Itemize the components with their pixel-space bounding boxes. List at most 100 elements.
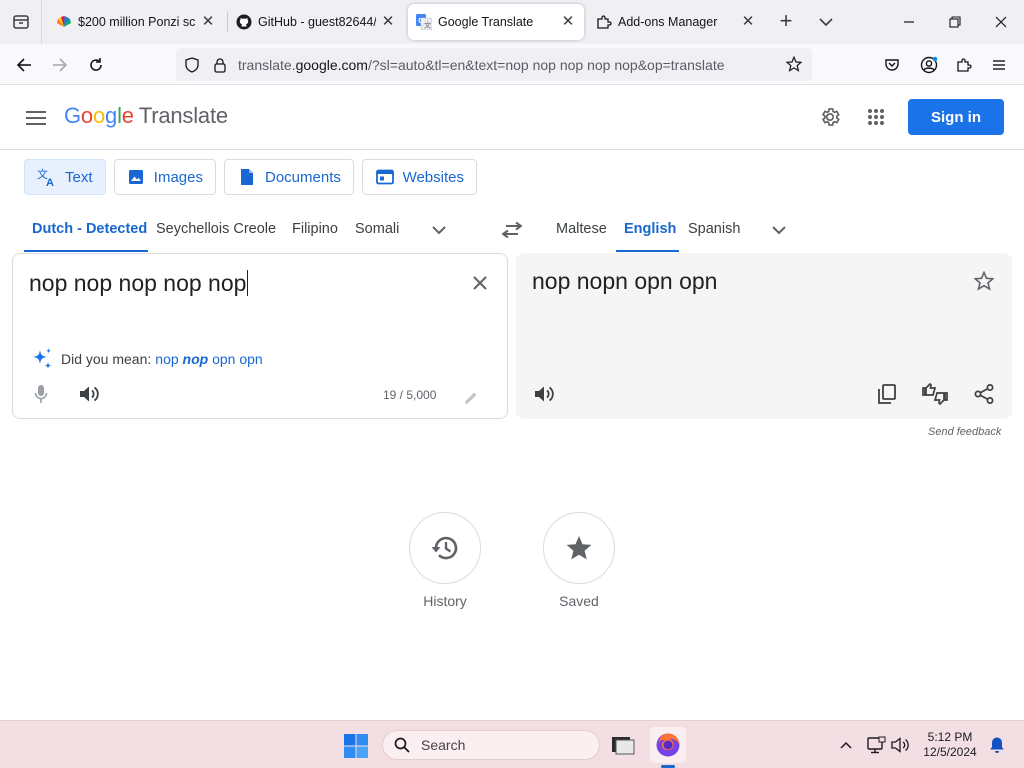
main-menu-button[interactable] [22, 104, 50, 132]
search-icon [393, 736, 411, 754]
back-button[interactable] [9, 50, 39, 80]
source-lang-more-button[interactable] [428, 219, 450, 241]
target-lang-spanish[interactable]: Spanish [688, 221, 740, 237]
tab-title: GitHub - guest82644/s [258, 15, 376, 29]
tab-title: $200 million Ponzi sche [78, 15, 196, 29]
show-hidden-icons-button[interactable] [836, 735, 856, 755]
taskbar-app-terminal[interactable] [605, 727, 641, 763]
bell-icon [990, 737, 1004, 753]
list-all-tabs-button[interactable] [812, 8, 840, 36]
close-tab-icon[interactable]: ✕ [200, 14, 216, 30]
clock-time: 5:12 PM [927, 730, 973, 744]
source-lang-seychellois-creole[interactable]: Seychellois Creole [156, 221, 276, 237]
close-tab-icon[interactable]: ✕ [740, 14, 756, 30]
close-tab-icon[interactable]: ✕ [560, 14, 576, 30]
chevron-down-icon [819, 18, 833, 27]
network-icon [867, 736, 886, 754]
pocket-icon [885, 59, 899, 71]
taskbar-search-box[interactable]: Search [382, 730, 600, 760]
tab-github[interactable]: GitHub - guest82644/s ✕ [228, 4, 404, 40]
google-apps-button[interactable] [861, 102, 891, 132]
taskbar-search-placeholder: Search [421, 737, 466, 753]
close-icon [995, 16, 1007, 28]
did-you-mean: Did you mean: nop nop opn opn [29, 346, 263, 372]
browser-nav-bar: translate.google.com/?sl=auto&tl=en&text… [0, 44, 1024, 85]
lock-icon[interactable] [208, 53, 232, 77]
terminal-app-icon [612, 737, 635, 755]
listen-translation-button[interactable] [530, 380, 558, 408]
target-lang-more-button[interactable] [768, 219, 790, 241]
close-tab-icon[interactable]: ✕ [380, 14, 396, 30]
share-translation-button[interactable] [970, 380, 998, 408]
tab-google-translate[interactable]: G文 Google Translate ✕ [408, 4, 584, 40]
copy-translation-button[interactable] [873, 380, 901, 408]
pencil-icon [465, 392, 477, 404]
image-icon [127, 167, 146, 187]
save-translation-button[interactable] [970, 267, 998, 295]
listen-source-button[interactable] [75, 380, 103, 408]
start-button[interactable] [343, 733, 369, 759]
source-text-input[interactable]: nop nop nop nop nop [29, 270, 249, 297]
document-icon [237, 167, 257, 187]
target-lang-maltese[interactable]: Maltese [556, 221, 607, 237]
puzzle-icon [957, 58, 972, 72]
firefox-icon [656, 733, 680, 757]
url-bar[interactable]: translate.google.com/?sl=auto&tl=en&text… [176, 48, 812, 81]
app-menu-button[interactable] [986, 52, 1012, 78]
extensions-button[interactable] [951, 52, 977, 78]
send-feedback-link[interactable]: Send feedback [928, 426, 1001, 438]
spelling-suggestion-link[interactable]: nop nop opn opn [155, 351, 262, 367]
arrow-right-icon [53, 58, 68, 72]
close-window-button[interactable] [978, 0, 1024, 44]
chevron-up-icon [840, 741, 852, 749]
system-clock[interactable]: 5:12 PM 12/5/2024 [918, 730, 982, 760]
settings-button[interactable] [815, 102, 845, 132]
tracking-protection-shield-icon[interactable] [180, 53, 204, 77]
source-lang-filipino[interactable]: Filipino [292, 221, 338, 237]
sparkle-icon [29, 346, 55, 372]
new-tab-button[interactable]: + [772, 8, 800, 36]
reload-button[interactable] [81, 50, 111, 80]
mode-websites-button[interactable]: Websites [362, 159, 477, 195]
account-button[interactable] [916, 52, 942, 78]
tab-addons-manager[interactable]: Add-ons Manager ✕ [588, 4, 764, 40]
history-button[interactable] [409, 512, 481, 584]
mode-images-button[interactable]: Images [114, 159, 216, 195]
did-you-mean-label: Did you mean: [61, 351, 152, 367]
minimize-button[interactable] [886, 0, 932, 44]
hamburger-menu-icon [26, 111, 46, 125]
translation-output: nop nopn opn opn [532, 268, 718, 294]
forward-button[interactable] [45, 50, 75, 80]
bookmark-star-icon[interactable] [782, 52, 806, 76]
edit-source-button[interactable] [457, 384, 485, 412]
url-text: translate.google.com/?sl=auto&tl=en&text… [238, 56, 725, 73]
rate-translation-button[interactable] [921, 380, 949, 408]
sign-in-button[interactable]: Sign in [908, 99, 1004, 135]
google-translate-logo[interactable]: Google Translate [64, 103, 228, 129]
translation-panel: nop nopn opn opn [516, 253, 1012, 419]
mode-documents-button[interactable]: Documents [224, 159, 354, 195]
tab-ponzi[interactable]: $200 million Ponzi sche ✕ [48, 4, 224, 40]
thumbs-up-down-icon [922, 383, 948, 405]
share-icon [974, 384, 994, 404]
target-lang-english[interactable]: English [624, 221, 676, 237]
mode-text-button[interactable]: 文A Text [24, 159, 106, 195]
mode-label: Websites [402, 168, 464, 186]
source-lang-detected[interactable]: Dutch - Detected [32, 221, 147, 237]
maximize-button[interactable] [932, 0, 978, 44]
pocket-button[interactable] [879, 52, 905, 78]
reload-icon [90, 58, 102, 71]
tab-list-button[interactable] [0, 0, 42, 44]
history-label: History [423, 593, 467, 609]
notifications-button[interactable] [987, 735, 1007, 755]
saved-button[interactable] [543, 512, 615, 584]
source-lang-somali[interactable]: Somali [355, 221, 399, 237]
clear-source-text-button[interactable] [467, 270, 493, 296]
character-count: 19 / 5,000 [383, 388, 437, 402]
windows-taskbar: Search 5:12 PM 12/5/2024 [0, 720, 1024, 768]
swap-languages-button[interactable] [498, 216, 526, 244]
network-status-button[interactable] [866, 735, 886, 755]
volume-button[interactable] [891, 735, 911, 755]
voice-input-button[interactable] [27, 380, 55, 408]
taskbar-app-firefox[interactable] [650, 727, 686, 763]
